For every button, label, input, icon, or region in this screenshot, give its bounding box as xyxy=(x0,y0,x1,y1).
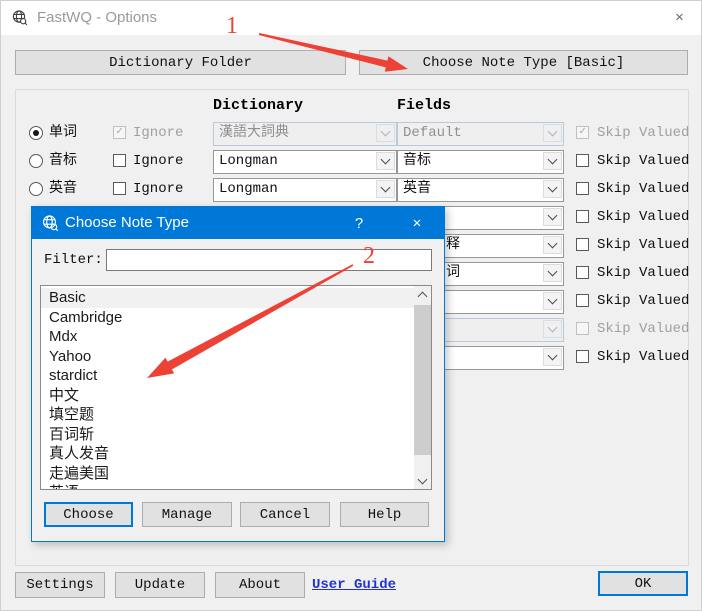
field-dropdown[interactable]: 英音 xyxy=(397,178,564,202)
dictionary-value: Longman xyxy=(219,181,278,197)
options-window: FastWQ - Options ✕ Dictionary Folder Cho… xyxy=(0,0,702,611)
ignore-checkbox[interactable] xyxy=(113,154,126,167)
scroll-up-icon[interactable] xyxy=(414,286,431,303)
close-icon[interactable]: ✕ xyxy=(657,1,702,33)
row-word-label: 单词 xyxy=(49,122,77,144)
dialog-title: Choose Note Type xyxy=(65,213,189,233)
scrollbar-thumb[interactable] xyxy=(414,305,431,455)
table-row: 音标 Ignore Longman 音标 Skip Valued xyxy=(1,150,701,172)
skip-valued-checkbox[interactable] xyxy=(576,238,589,251)
help-button[interactable]: Help xyxy=(340,502,429,527)
close-icon[interactable]: ✕ xyxy=(395,207,439,239)
help-icon[interactable]: ? xyxy=(337,207,381,239)
window-title: FastWQ - Options xyxy=(37,8,157,28)
dialog-title-bar: Choose Note Type ? ✕ xyxy=(32,207,444,239)
field-value: 英音 xyxy=(403,181,431,197)
skip-valued-checkbox[interactable] xyxy=(576,322,589,335)
chevron-down-icon xyxy=(543,208,562,226)
ok-button[interactable]: OK xyxy=(598,571,688,596)
chevron-down-icon xyxy=(543,292,562,310)
skip-valued-checkbox[interactable] xyxy=(576,266,589,279)
list-item[interactable]: 走遍美国 xyxy=(41,464,414,484)
list-item[interactable]: stardict xyxy=(41,366,414,386)
cancel-button[interactable]: Cancel xyxy=(240,502,330,527)
ignore-checkbox[interactable] xyxy=(113,182,126,195)
skip-valued-checkbox[interactable] xyxy=(576,182,589,195)
note-type-listbox: Basic Cambridge Mdx Yahoo stardict 中文 填空… xyxy=(40,285,432,490)
ignore-checkbox[interactable]: ✓ xyxy=(113,126,126,139)
skip-valued-label: Skip Valued xyxy=(597,262,689,284)
scroll-down-icon[interactable] xyxy=(414,472,431,489)
skip-valued-label: Skip Valued xyxy=(597,206,689,228)
skip-valued-label: Skip Valued xyxy=(597,178,689,200)
chevron-down-icon xyxy=(543,152,562,170)
about-button[interactable]: About xyxy=(215,572,305,598)
ignore-label: Ignore xyxy=(133,150,183,172)
ignore-label: Ignore xyxy=(133,178,183,200)
skip-valued-label: Skip Valued xyxy=(597,290,689,312)
settings-button[interactable]: Settings xyxy=(15,572,105,598)
field-value: 音标 xyxy=(403,153,431,169)
list-item[interactable]: Cambridge xyxy=(41,308,414,328)
skip-valued-checkbox[interactable] xyxy=(576,210,589,223)
chevron-down-icon xyxy=(543,320,562,338)
table-row: 单词 ✓ Ignore 漢語大詞典 Default ✓ Skip Valued xyxy=(1,122,701,144)
skip-valued-checkbox[interactable] xyxy=(576,350,589,363)
title-bar: FastWQ - Options ✕ xyxy=(1,1,701,35)
list-item[interactable]: Basic xyxy=(41,288,414,308)
choose-button[interactable]: Choose xyxy=(44,502,133,527)
chevron-down-icon xyxy=(376,180,395,198)
field-dropdown[interactable]: 音标 xyxy=(397,150,564,174)
dictionary-folder-button[interactable]: Dictionary Folder xyxy=(15,50,346,75)
chevron-down-icon xyxy=(376,152,395,170)
chevron-down-icon xyxy=(543,124,562,142)
dictionary-dropdown[interactable]: 漢語大詞典 xyxy=(213,122,397,146)
skip-valued-label: Skip Valued xyxy=(597,150,689,172)
field-dropdown[interactable]: Default xyxy=(397,122,564,146)
filter-input[interactable] xyxy=(106,249,432,271)
fields-column-header: Fields xyxy=(397,97,451,115)
skip-valued-label: Skip Valued xyxy=(597,346,689,368)
word-radio[interactable] xyxy=(29,126,43,140)
field-value: Default xyxy=(403,125,462,141)
list-item[interactable]: 英语 xyxy=(41,483,414,490)
list-item[interactable]: 中文 xyxy=(41,386,414,406)
table-row: 英音 Ignore Longman 英音 Skip Valued xyxy=(1,178,701,200)
list-item[interactable]: Mdx xyxy=(41,327,414,347)
list-item[interactable]: 百词斩 xyxy=(41,425,414,445)
list-item[interactable]: 真人发音 xyxy=(41,444,414,464)
row-word-label: 音标 xyxy=(49,150,77,172)
skip-valued-label: Skip Valued xyxy=(597,122,689,144)
dictionary-value: 漢語大詞典 xyxy=(219,125,289,141)
word-radio[interactable] xyxy=(29,182,43,196)
skip-valued-checkbox[interactable] xyxy=(576,294,589,307)
chevron-down-icon xyxy=(543,264,562,282)
dictionary-dropdown[interactable]: Longman xyxy=(213,150,397,174)
dictionary-column-header: Dictionary xyxy=(213,97,303,115)
chevron-down-icon xyxy=(543,348,562,366)
ignore-label: Ignore xyxy=(133,122,183,144)
skip-valued-checkbox[interactable] xyxy=(576,154,589,167)
update-button[interactable]: Update xyxy=(115,572,205,598)
word-radio[interactable] xyxy=(29,154,43,168)
choose-note-type-dialog: Choose Note Type ? ✕ Filter: Basic Cambr… xyxy=(31,206,445,542)
scrollbar[interactable] xyxy=(414,286,431,489)
fastwq-globe-icon xyxy=(41,214,59,232)
chevron-down-icon xyxy=(543,236,562,254)
dictionary-dropdown[interactable]: Longman xyxy=(213,178,397,202)
manage-button[interactable]: Manage xyxy=(142,502,232,527)
row-word-label: 英音 xyxy=(49,178,77,200)
dictionary-value: Longman xyxy=(219,153,278,169)
skip-valued-label: Skip Valued xyxy=(597,318,689,340)
fastwq-globe-icon xyxy=(11,9,28,26)
user-guide-link[interactable]: User Guide xyxy=(312,574,396,596)
skip-valued-checkbox[interactable]: ✓ xyxy=(576,126,589,139)
list-item[interactable]: 填空题 xyxy=(41,405,414,425)
filter-label: Filter: xyxy=(44,249,103,271)
skip-valued-label: Skip Valued xyxy=(597,234,689,256)
chevron-down-icon xyxy=(543,180,562,198)
chevron-down-icon xyxy=(376,124,395,142)
choose-note-type-button[interactable]: Choose Note Type [Basic] xyxy=(359,50,688,75)
list-item[interactable]: Yahoo xyxy=(41,347,414,367)
